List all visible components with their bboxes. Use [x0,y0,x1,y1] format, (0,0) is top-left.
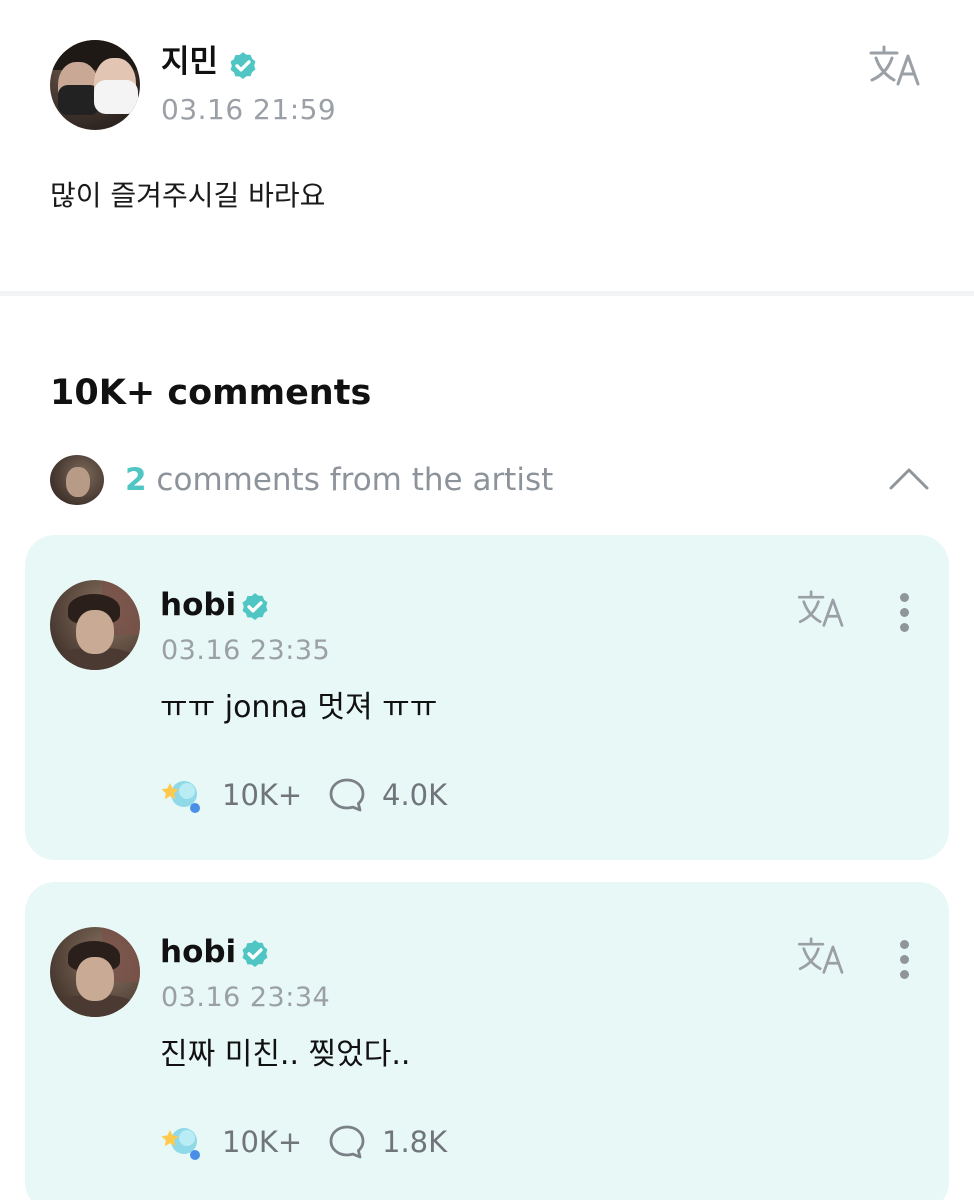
like-count: 10K+ [222,778,303,812]
verified-badge-icon [242,593,268,621]
comments-count-title: 10K+ comments [50,373,372,413]
reply-bubble-icon[interactable] [328,777,366,813]
reply-count: 1.8K [382,1125,448,1159]
comment-actions: 10K+ 4.0K [160,773,560,817]
author-avatar[interactable] [50,40,140,130]
comment-text: 진짜 미친.. 찢었다.. [160,1037,411,1072]
like-count: 10K+ [222,1125,303,1159]
post-body: 많이 즐겨주시길 바라요 [50,179,326,212]
author-name[interactable]: 지민 [161,40,218,84]
reply-bubble-icon[interactable] [328,1124,366,1160]
cheer-like-icon[interactable] [160,1122,204,1162]
comment-text: ㅠㅠ jonna 멋져 ㅠㅠ [160,690,438,725]
artist-avatar [50,455,104,505]
artist-comment-card[interactable]: hobi 03.16 23:35 ㅠㅠ jonna 멋져 ㅠㅠ 10K+ 4.0… [25,535,949,860]
verified-badge-icon [242,940,268,968]
artist-comment-card[interactable]: hobi 03.16 23:34 진짜 미친.. 찢었다.. 10K+ 1.8K [25,882,949,1200]
post-timestamp: 03.16 21:59 [161,93,337,126]
artist-comments-toggle[interactable]: 2 comments from the artist [50,454,930,506]
more-options-icon[interactable] [897,591,911,633]
verified-badge-icon [230,52,256,80]
commenter-name[interactable]: hobi [160,930,236,974]
comment-timestamp: 03.16 23:35 [161,635,331,666]
chevron-up-icon[interactable] [888,464,930,492]
translate-icon[interactable] [796,936,848,976]
cheer-like-icon[interactable] [160,775,204,815]
commenter-avatar[interactable] [50,580,140,670]
section-divider [0,291,974,296]
artist-comments-count: 2 [125,462,147,498]
artist-comments-label: comments from the artist [146,462,554,498]
artist-comments-summary[interactable]: 2 comments from the artist [125,460,553,500]
comment-timestamp: 03.16 23:34 [161,982,331,1013]
reply-count: 4.0K [382,778,448,812]
commenter-avatar[interactable] [50,927,140,1017]
comment-actions: 10K+ 1.8K [160,1120,560,1164]
more-options-icon[interactable] [897,938,911,980]
commenter-name[interactable]: hobi [160,583,236,627]
post-header: 지민 03.16 21:59 [50,40,930,135]
translate-icon[interactable] [868,44,924,88]
post-detail-page: 지민 03.16 21:59 많이 즐겨주시길 바라요 10K+ comment… [0,0,974,1200]
translate-icon[interactable] [796,589,848,629]
